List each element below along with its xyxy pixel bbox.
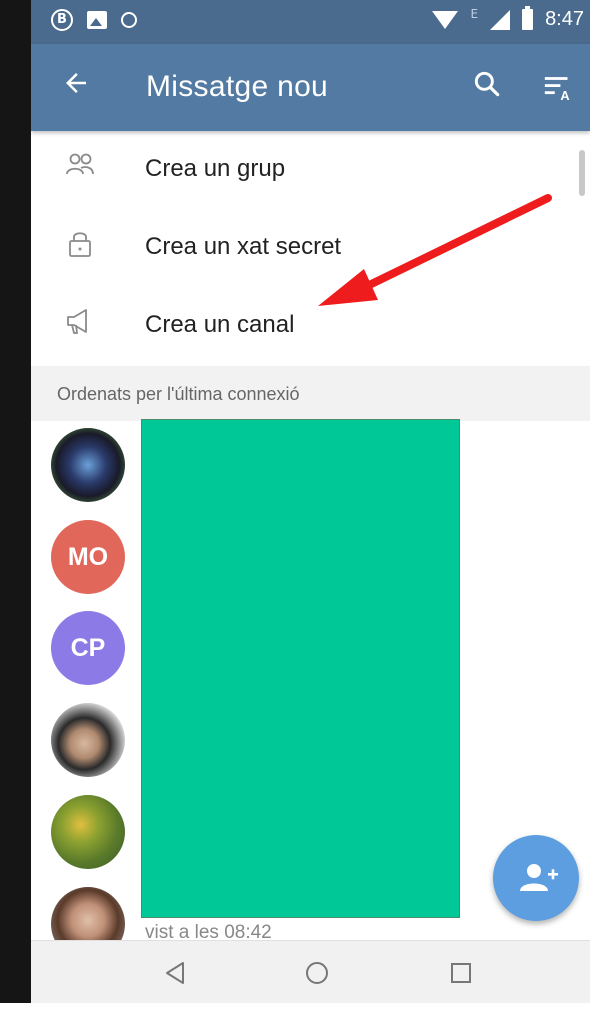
megaphone-icon <box>67 309 87 334</box>
battery-icon <box>522 6 534 30</box>
back-triangle-icon <box>166 962 184 984</box>
add-contact-button[interactable] <box>493 835 579 921</box>
avatar[interactable]: CP <box>51 611 125 685</box>
sort-alpha-icon: A <box>544 77 570 103</box>
recents-square-icon <box>451 963 471 983</box>
avatar[interactable] <box>51 795 125 869</box>
menu-label-create-group: Crea un grup <box>145 155 286 182</box>
photo-edge-bottom <box>0 1003 595 1013</box>
system-nav-bar <box>31 940 590 1003</box>
photo-edge-left <box>0 0 31 1013</box>
scrollbar-thumb[interactable] <box>579 150 585 196</box>
menu-item-create-channel[interactable]: Crea un canal <box>31 287 590 365</box>
arrow-left-icon <box>66 73 86 93</box>
nav-home-button[interactable] <box>301 957 333 989</box>
avatar[interactable] <box>51 703 125 777</box>
menu-item-create-group[interactable]: Crea un grup <box>31 131 590 209</box>
app-toolbar: Missatge nou A <box>31 44 590 131</box>
section-header-label: Ordenats per l'última connexió <box>57 384 300 404</box>
back-button[interactable] <box>61 68 97 104</box>
contacts-section-header: Ordenats per l'última connexió <box>31 366 590 421</box>
status-right-icons: E 8:47 <box>432 6 584 31</box>
network-type-label: E <box>470 6 479 21</box>
sync-icon <box>121 12 137 28</box>
svg-text:A: A <box>560 88 569 103</box>
avatar[interactable] <box>51 428 125 502</box>
avatar-initials: CP <box>70 634 106 662</box>
search-icon <box>474 71 500 97</box>
b-circle-icon: B <box>51 9 73 31</box>
avatar[interactable]: MO <box>51 520 125 594</box>
group-icon <box>66 153 94 175</box>
image-icon <box>87 11 107 29</box>
menu-item-create-secret-chat[interactable]: Crea un xat secret <box>31 209 590 287</box>
lock-icon <box>69 232 91 257</box>
page-title: Missatge nou <box>146 70 329 103</box>
phone-screen: B E 8:47 Missatge nou A Crea un grup Cre… <box>31 0 590 1003</box>
home-circle-icon <box>306 962 328 984</box>
signal-icon <box>490 9 511 30</box>
photo-edge-right <box>590 0 595 1013</box>
add-contact-icon <box>520 864 558 891</box>
redacted-contact-names <box>141 419 460 918</box>
menu-label-create-channel: Crea un canal <box>145 311 295 338</box>
status-left-icons: B <box>51 9 137 31</box>
wifi-icon <box>432 10 459 29</box>
avatar-initials: MO <box>67 543 109 571</box>
status-time: 8:47 <box>545 8 584 30</box>
search-button[interactable] <box>471 68 507 104</box>
sort-button[interactable]: A <box>542 70 578 106</box>
nav-back-button[interactable] <box>159 957 191 989</box>
status-bar: B E 8:47 <box>31 0 590 44</box>
menu-label-create-secret-chat: Crea un xat secret <box>145 233 342 260</box>
nav-recents-button[interactable] <box>445 957 477 989</box>
